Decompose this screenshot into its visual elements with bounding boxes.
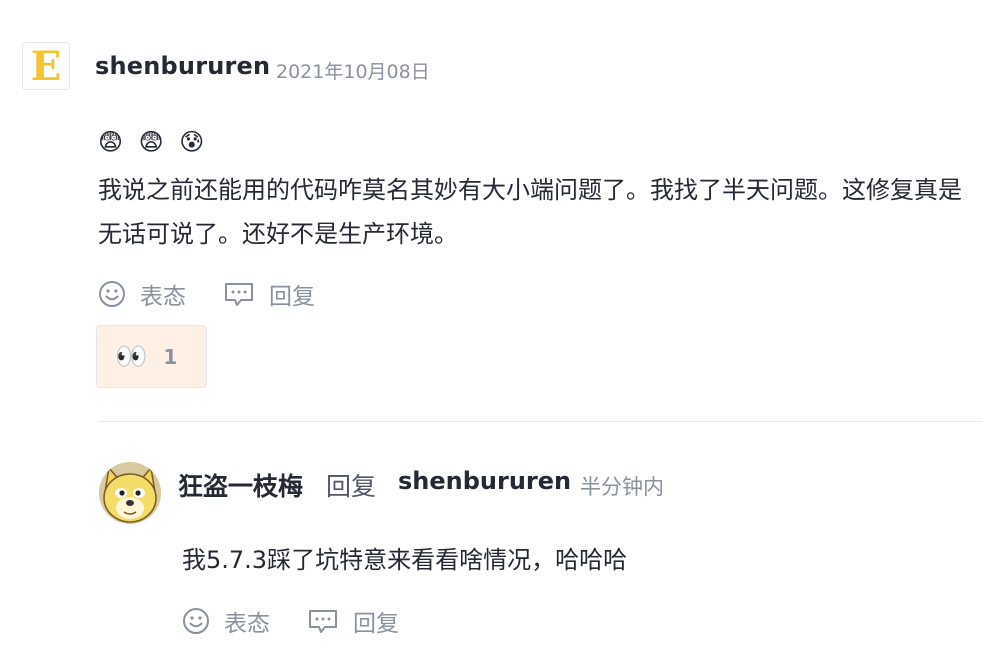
comment-text: 我说之前还能用的代码咋莫名其妙有大小端问题了。我找了半天问题。这修复真是无话可说… — [98, 176, 962, 248]
eyes-emoji: 👀 — [115, 341, 148, 372]
reply-reply-button[interactable]: 回复 — [307, 604, 399, 638]
reply-verb: 回复 — [326, 472, 377, 501]
like-button[interactable]: 表态 — [98, 277, 186, 311]
comment-emojis: 😨 😨 😰 — [98, 128, 209, 156]
reply-username[interactable]: 狂盗一枝梅 — [178, 467, 303, 503]
like-label: 表态 — [140, 284, 186, 310]
reaction-count: 1 — [163, 344, 178, 369]
avatar-letter: E — [30, 43, 62, 90]
comment-icon — [309, 610, 337, 633]
comment-date: 2021年10月08日 — [276, 61, 430, 83]
comment-icon — [225, 283, 253, 306]
reply-like-label: 表态 — [224, 611, 270, 637]
reply-like-button[interactable]: 表态 — [182, 604, 270, 638]
reply-avatar[interactable] — [99, 462, 161, 524]
reply-text: 我5.7.3踩了坑特意来看看啥情况，哈哈哈 — [182, 546, 628, 574]
comment-username[interactable]: shenbururen — [95, 52, 270, 80]
reply-label: 回复 — [269, 284, 315, 310]
user-avatar[interactable]: E — [22, 42, 70, 90]
smiley-icon — [183, 608, 209, 634]
divider — [98, 421, 983, 422]
reply-reply-label: 回复 — [353, 611, 399, 637]
reply-time: 半分钟内 — [580, 475, 664, 499]
reply-target-username[interactable]: shenbururen — [398, 467, 571, 495]
smiley-icon — [99, 281, 125, 307]
reply-button[interactable]: 回复 — [223, 277, 315, 311]
doge-avatar-icon — [99, 462, 161, 524]
reaction-badge[interactable]: 👀 1 — [96, 325, 207, 388]
